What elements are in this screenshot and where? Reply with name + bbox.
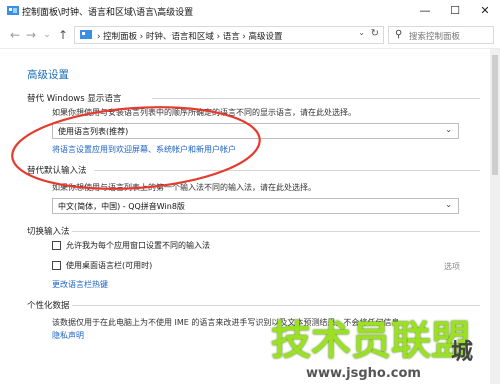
search-icon: ⚲ — [395, 29, 403, 40]
change-hotkeys-link[interactable]: 更改语言栏热键 — [52, 279, 108, 290]
page-title: 高级设置 — [27, 69, 69, 81]
navigation-bar: ← → ⌄ ↑ › 控制面板 › 时钟、语言和区域 › 语言 › 高级设置 ⌄ … — [0, 22, 500, 49]
chevron-down-icon: ⌄ — [445, 200, 452, 209]
recent-locations-icon[interactable]: ⌄ — [40, 26, 54, 44]
switch-input-title: 切换输入法 — [27, 227, 70, 237]
desktop-language-bar-checkbox[interactable] — [52, 261, 61, 270]
per-app-input-checkbox[interactable] — [52, 241, 61, 250]
address-bar[interactable]: › 控制面板 › 时钟、语言和区域 › 语言 › 高级设置 ⌄ ↻ — [74, 26, 384, 44]
minimize-button[interactable]: — — [410, 0, 440, 22]
desktop-language-bar-label: 使用桌面语言栏(可用时) — [66, 261, 153, 270]
back-icon[interactable]: ← — [8, 26, 22, 44]
search-box[interactable]: ⚲ 搜索控制面板 — [388, 26, 494, 44]
personalization-title: 个性化数据 — [27, 301, 70, 311]
refresh-icon[interactable]: ↻ — [371, 28, 379, 39]
privacy-statement-link[interactable]: 隐私声明 — [52, 330, 84, 341]
window-title: 控制面板\时钟、语言和区域\语言\高级设置 — [22, 8, 194, 18]
search-input[interactable]: 搜索控制面板 — [409, 30, 460, 42]
input-method-select[interactable]: 中文(简体，中国) - QQ拼音Win8版 ⌄ — [52, 198, 459, 214]
control-panel-icon — [7, 6, 19, 15]
close-button[interactable]: ✕ — [470, 0, 500, 22]
control-panel-icon — [80, 30, 92, 39]
language-bar-options-link[interactable]: 选项 — [444, 261, 460, 272]
watermark-logo: 技术员联盟 城 www.jsgho.com — [265, 300, 500, 384]
scrollbar-thumb[interactable] — [492, 55, 498, 175]
forward-icon[interactable]: → — [24, 26, 38, 44]
section-divider — [152, 98, 480, 99]
chevron-down-icon[interactable]: ⌄ — [358, 28, 365, 37]
watermark-url: www.jsgho.com — [303, 366, 424, 381]
up-icon[interactable]: ↑ — [56, 26, 70, 44]
chevron-down-icon: ⌄ — [445, 125, 452, 134]
control-panel-window: 控制面板\时钟、语言和区域\语言\高级设置 — ☐ ✕ ← → ⌄ ↑ › 控制… — [0, 0, 500, 384]
watermark-brand: 技术员联盟 — [271, 318, 471, 364]
breadcrumb[interactable]: › 控制面板 › 时钟、语言和区域 › 语言 › 高级设置 — [97, 30, 283, 42]
section-divider — [72, 231, 480, 232]
per-app-input-label: 允许我为每个应用窗口设置不同的输入法 — [66, 241, 210, 250]
maximize-button[interactable]: ☐ — [440, 0, 470, 22]
input-method-value: 中文(简体，中国) - QQ拼音Win8版 — [58, 202, 185, 211]
annotation-ellipse — [11, 106, 261, 190]
watermark-brand-tail: 城 — [451, 340, 474, 365]
title-bar: 控制面板\时钟、语言和区域\语言\高级设置 — ☐ ✕ — [0, 0, 500, 23]
